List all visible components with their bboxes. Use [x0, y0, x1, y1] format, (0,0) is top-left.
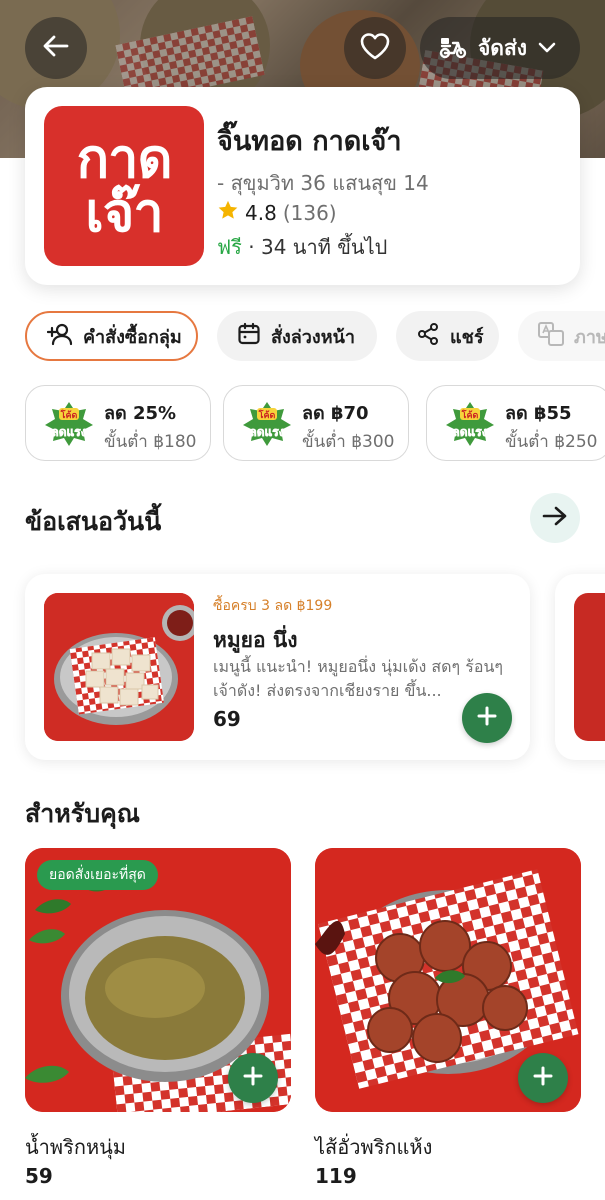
plus-icon: [532, 1065, 554, 1091]
svg-text:โค้ด: โค้ด: [461, 409, 479, 421]
svg-text:ลดแรง: ลดแรง: [51, 425, 86, 439]
rating-value: 4.8: [245, 200, 277, 225]
offer-item-card[interactable]: ซื้อครบ 3 ลด ฿199 หมูยอ นึ่ง เมนูนี้ แนะ…: [25, 574, 530, 760]
translate-chip[interactable]: ภาษ: [518, 311, 605, 361]
back-button[interactable]: [25, 17, 87, 79]
group-add-icon: [46, 322, 73, 351]
share-icon: [416, 322, 440, 351]
promo-discount: ลด ฿55: [505, 403, 572, 424]
group-order-label: คำสั่งซื้อกลุ่ม: [83, 326, 182, 348]
translate-label: ภาษ: [574, 326, 605, 348]
add-to-cart-button[interactable]: [228, 1053, 278, 1103]
plus-icon: [242, 1065, 264, 1091]
promo-discount: ลด ฿70: [302, 403, 369, 424]
svg-text:ลดแรง: ลดแรง: [249, 425, 284, 439]
menu-item-name: ไส้อั่วพริกแห้ง: [315, 1135, 433, 1159]
offers-see-all-button[interactable]: [530, 493, 580, 543]
menu-item-price: 59: [25, 1164, 53, 1188]
menu-item-card[interactable]: [315, 848, 581, 1112]
promo-card[interactable]: โค้ด ลดแรง ลด ฿70 ขั้นต่ำ ฿300: [223, 385, 409, 461]
offer-item-description: เมนูนี้ แนะนำ! หมูยอนึ่ง นุ่มเด้ง สดๆ ร้…: [213, 657, 503, 700]
share-label: แชร์: [450, 326, 484, 348]
promo-min-order: ขั้นต่ำ ฿180: [104, 432, 197, 452]
discount-code-badge-icon: โค้ด ลดแรง: [446, 402, 494, 446]
for-you-section-title: สำหรับคุณ: [25, 799, 140, 828]
offer-item-card-next[interactable]: [555, 574, 605, 760]
store-branch: - สุขุมวิท 36 แสนสุข 14: [217, 171, 429, 195]
offer-promo-text: ซื้อครบ 3 ลด ฿199: [213, 598, 333, 614]
svg-text:โค้ด: โค้ด: [258, 409, 276, 421]
add-to-cart-button[interactable]: [462, 693, 512, 743]
delivery-info: ฟรี · 34 นาที ขึ้นไป: [217, 231, 387, 263]
star-icon: [217, 199, 239, 226]
offer-item-image: [44, 593, 194, 741]
offer-item-image: [574, 593, 605, 741]
store-rating[interactable]: 4.8 (136): [217, 199, 337, 226]
svg-text:โค้ด: โค้ด: [60, 409, 78, 421]
schedule-label: สั่งล่วงหน้า: [271, 326, 355, 348]
menu-item-price: 119: [315, 1164, 357, 1188]
store-info-card: กาด เจ๊า จิ๊นทอด กาดเจ๊า - สุขุมวิท 36 แ…: [25, 87, 580, 285]
calendar-icon: [237, 322, 261, 351]
scooter-icon: [438, 33, 468, 64]
offer-item-name: หมูยอ นึ่ง: [213, 628, 298, 652]
schedule-order-chip[interactable]: สั่งล่วงหน้า: [217, 311, 377, 361]
add-to-cart-button[interactable]: [518, 1053, 568, 1103]
promo-card[interactable]: โค้ด ลดแรง ลด 25% ขั้นต่ำ ฿180: [25, 385, 211, 461]
back-arrow-icon: [41, 31, 71, 65]
svg-text:ลดแรง: ลดแรง: [452, 425, 487, 439]
chevron-down-icon: [537, 36, 557, 60]
translate-icon: [538, 321, 564, 351]
menu-item-name: น้ำพริกหนุ่ม: [25, 1135, 126, 1159]
menu-item-card[interactable]: ยอดสั่งเยอะที่สุด: [25, 848, 291, 1112]
best-seller-badge: ยอดสั่งเยอะที่สุด: [37, 860, 158, 890]
delivery-fee: ฟรี: [217, 235, 242, 259]
delivery-mode-button[interactable]: จัดส่ง: [420, 17, 580, 79]
promo-min-order: ขั้นต่ำ ฿250: [505, 432, 598, 452]
delivery-mode-label: จัดส่ง: [478, 35, 528, 60]
store-name: จิ๊นทอด กาดเจ๊า: [217, 126, 402, 157]
plus-icon: [476, 705, 498, 731]
discount-code-badge-icon: โค้ด ลดแรง: [45, 402, 93, 446]
promo-card[interactable]: โค้ด ลดแรง ลด ฿55 ขั้นต่ำ ฿250: [426, 385, 605, 461]
promo-min-order: ขั้นต่ำ ฿300: [302, 432, 395, 452]
share-chip[interactable]: แชร์: [396, 311, 499, 361]
delivery-separator: ·: [241, 235, 261, 259]
heart-icon: [359, 31, 391, 65]
group-order-chip[interactable]: คำสั่งซื้อกลุ่ม: [25, 311, 198, 361]
promo-discount: ลด 25%: [104, 403, 177, 424]
store-logo: กาด เจ๊า: [44, 106, 204, 266]
favorite-button[interactable]: [344, 17, 406, 79]
arrow-right-icon: [541, 504, 569, 532]
discount-code-badge-icon: โค้ด ลดแรง: [243, 402, 291, 446]
offer-item-price: 69: [213, 707, 241, 731]
offers-section-title: ข้อเสนอวันนี้: [25, 507, 162, 536]
rating-count: (136): [282, 200, 337, 225]
delivery-time: 34 นาที ขึ้นไป: [260, 235, 388, 259]
